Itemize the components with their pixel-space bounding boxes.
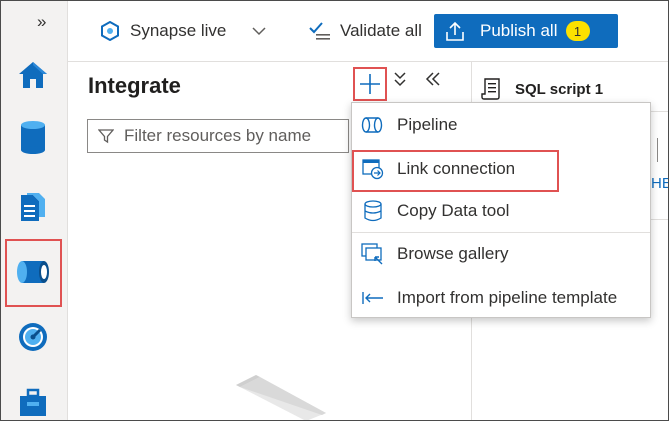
integrate-selection-highlight xyxy=(5,239,62,307)
page-title: Integrate xyxy=(88,73,181,98)
collapse-panel-icon[interactable] xyxy=(425,71,441,91)
nav-home-button[interactable] xyxy=(15,57,51,93)
upload-icon xyxy=(446,21,464,41)
validate-icon xyxy=(309,22,330,40)
expand-nav-icon[interactable]: » xyxy=(37,13,46,30)
link-connection-highlight xyxy=(352,150,559,192)
monitor-icon xyxy=(19,323,47,351)
filter-placeholder: Filter resources by name xyxy=(124,126,312,145)
validate-all-button[interactable]: Validate all xyxy=(308,1,422,61)
add-resource-button[interactable] xyxy=(353,67,387,101)
home-icon xyxy=(19,62,47,88)
sql-tab-title: SQL script 1 xyxy=(515,80,604,98)
import-icon xyxy=(361,286,385,310)
nav-develop-button[interactable] xyxy=(15,189,51,225)
empty-state-illustration xyxy=(236,375,326,420)
left-nav-rail: » xyxy=(1,1,68,420)
menu-item-copy-data-tool[interactable]: Copy Data tool xyxy=(352,191,650,231)
pending-changes-badge: 1 xyxy=(565,21,590,41)
nav-data-button[interactable] xyxy=(15,119,51,155)
data-icon xyxy=(21,121,45,154)
nav-monitor-button[interactable] xyxy=(15,319,51,355)
filter-icon xyxy=(98,129,114,144)
menu-item-pipeline[interactable]: Pipeline xyxy=(352,105,650,145)
editor-partial-border xyxy=(657,138,658,162)
filter-resources-input[interactable]: Filter resources by name xyxy=(87,119,349,153)
publish-all-button[interactable]: Publish all 1 xyxy=(434,14,618,48)
menu-item-browse-gallery[interactable]: Browse gallery xyxy=(352,234,650,274)
menu-item-label: Copy Data tool xyxy=(397,201,510,220)
tab-sql-script[interactable]: SQL script 1 xyxy=(481,77,603,101)
publish-all-label: Publish all xyxy=(480,21,558,40)
menu-item-label: Browse gallery xyxy=(397,244,509,263)
workspace-mode-selector[interactable]: Synapse live xyxy=(100,1,266,61)
chevron-down-icon xyxy=(252,27,266,36)
add-resource-menu: Pipeline Link connection Copy Data tool … xyxy=(351,102,651,318)
develop-icon xyxy=(21,193,45,221)
pipeline-icon xyxy=(361,113,385,137)
app-window: » Synapse live Validate all Publish all … xyxy=(0,0,669,421)
menu-item-label: Pipeline xyxy=(397,115,458,134)
sql-script-icon xyxy=(481,78,500,100)
top-toolbar: Synapse live Validate all Publish all 1 xyxy=(68,1,668,62)
gallery-icon xyxy=(361,242,385,266)
synapse-icon xyxy=(101,21,119,41)
plus-icon xyxy=(360,74,380,94)
editor-partial-text: HE xyxy=(651,175,668,192)
menu-item-label: Import from pipeline template xyxy=(397,288,618,307)
menu-separator xyxy=(352,232,650,233)
workspace-mode-label: Synapse live xyxy=(130,21,227,40)
copy-data-icon xyxy=(361,199,385,223)
manage-icon xyxy=(20,388,46,416)
expand-all-icon[interactable] xyxy=(393,71,407,92)
menu-item-import-template[interactable]: Import from pipeline template xyxy=(352,278,650,318)
nav-manage-button[interactable] xyxy=(15,385,51,420)
validate-all-label: Validate all xyxy=(340,21,422,40)
